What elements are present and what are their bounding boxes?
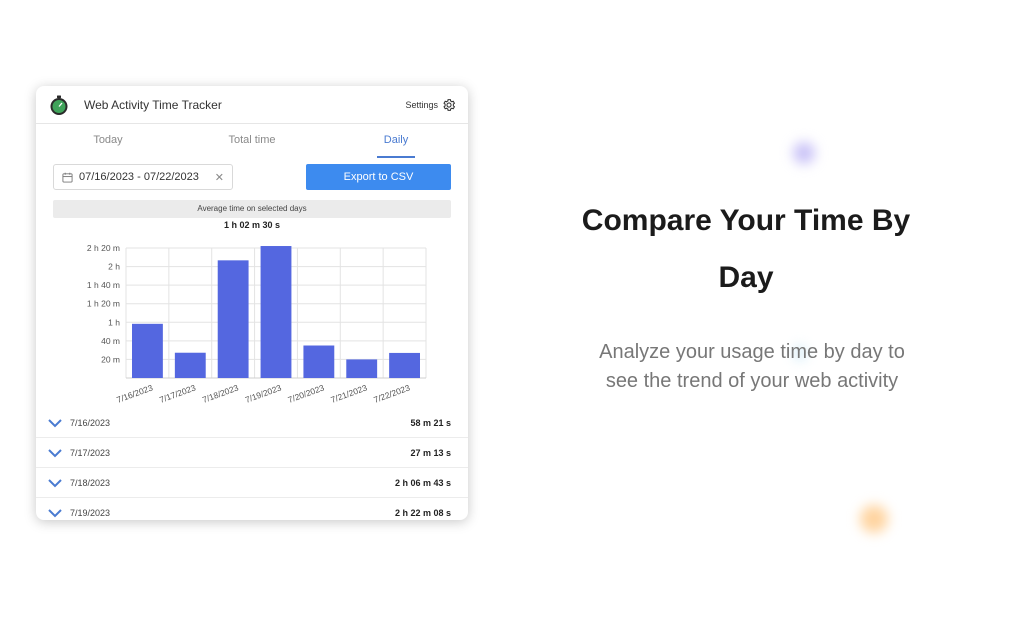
average-value: 1 h 02 m 30 s xyxy=(223,220,281,230)
promo-headline-line: Day xyxy=(718,261,774,294)
controls-row: 07/16/2023 - 07/22/2023 ✕ Export to CSV xyxy=(36,164,468,190)
promo-headline-line: Compare Your Time By xyxy=(581,204,911,237)
day-date: 7/19/2023 xyxy=(70,507,111,518)
promo-subtext: Analyze your usage time by day to see th… xyxy=(572,338,932,396)
bar xyxy=(389,352,420,378)
stopwatch-icon xyxy=(50,95,68,115)
bar xyxy=(174,352,206,378)
export-csv-button[interactable]: Export to CSV xyxy=(306,164,451,190)
chevron-down-icon xyxy=(48,478,62,487)
bar xyxy=(260,246,292,378)
app-title: Web Activity Time Tracker xyxy=(84,97,222,112)
promo-subtext-line: Analyze your usage time by day to xyxy=(599,341,905,363)
y-tick-label: 2 h 20 m xyxy=(87,243,120,253)
day-row[interactable]: 7/16/2023 58 m 21 s xyxy=(36,408,468,438)
popup-header: Web Activity Time Tracker Settings xyxy=(36,86,468,124)
day-date: 7/18/2023 xyxy=(70,477,111,488)
y-tick-label: 2 h xyxy=(108,262,120,272)
day-time: 2 h 22 m 08 s xyxy=(394,507,451,518)
y-tick-label: 20 m xyxy=(101,354,120,364)
day-row[interactable]: 7/19/2023 2 h 22 m 08 s xyxy=(36,498,468,520)
promo-subtext-line: see the trend of your web activity xyxy=(605,370,899,392)
chevron-down-icon xyxy=(48,508,62,517)
x-tick-label: 7/16/2023 xyxy=(115,382,154,404)
x-tick-label: 7/20/2023 xyxy=(287,382,326,404)
x-tick-label: 7/19/2023 xyxy=(244,382,283,404)
day-time: 27 m 13 s xyxy=(410,447,451,458)
settings-label: Settings xyxy=(405,99,438,110)
daily-bar-chart: 20 m 40 m 1 h 1 h 20 m 1 h 40 m 2 h 2 h 20 m 7/… xyxy=(87,243,427,405)
decorative-blob xyxy=(860,505,888,533)
settings-button[interactable]: Settings xyxy=(405,98,456,112)
bar xyxy=(303,345,335,378)
x-tick-label: 7/21/2023 xyxy=(329,382,368,404)
gear-icon xyxy=(443,98,456,111)
chevron-down-icon xyxy=(48,448,62,457)
day-time: 58 m 21 s xyxy=(410,417,451,428)
day-row[interactable]: 7/17/2023 27 m 13 s xyxy=(36,438,468,468)
day-row[interactable]: 7/18/2023 2 h 06 m 43 s xyxy=(36,468,468,498)
bar xyxy=(217,260,249,378)
x-tick-label: 7/17/2023 xyxy=(158,382,197,404)
y-tick-label: 1 h xyxy=(108,317,120,327)
x-tick-label: 7/18/2023 xyxy=(201,382,240,404)
tab-daily[interactable]: Daily xyxy=(324,124,468,158)
chevron-down-icon xyxy=(48,418,62,427)
x-tick-label: 7/22/2023 xyxy=(372,382,411,404)
bar xyxy=(346,359,378,378)
calendar-icon xyxy=(62,172,73,183)
average-label: Average time on selected days xyxy=(53,200,451,218)
day-time: 2 h 06 m 43 s xyxy=(394,477,451,488)
promo-headline: Compare Your Time By Day xyxy=(560,192,932,306)
decorative-blob xyxy=(793,142,815,164)
day-list: 7/16/2023 58 m 21 s 7/17/2023 27 m 13 s … xyxy=(36,408,468,520)
y-tick-label: 1 h 20 m xyxy=(87,299,120,309)
y-tick-label: 1 h 40 m xyxy=(87,280,120,290)
y-tick-label: 40 m xyxy=(101,336,120,346)
day-date: 7/16/2023 xyxy=(70,417,111,428)
bar xyxy=(132,323,163,378)
tab-bar: Today Total time Daily xyxy=(36,124,468,158)
close-icon[interactable]: ✕ xyxy=(215,171,224,184)
date-range-value: 07/16/2023 - 07/22/2023 xyxy=(79,171,199,183)
tab-today[interactable]: Today xyxy=(36,124,180,158)
day-date: 7/17/2023 xyxy=(70,447,111,458)
tab-total-time[interactable]: Total time xyxy=(180,124,324,158)
popup-card: Web Activity Time Tracker Settings Today… xyxy=(36,86,468,520)
date-range-picker[interactable]: 07/16/2023 - 07/22/2023 ✕ xyxy=(53,164,233,190)
